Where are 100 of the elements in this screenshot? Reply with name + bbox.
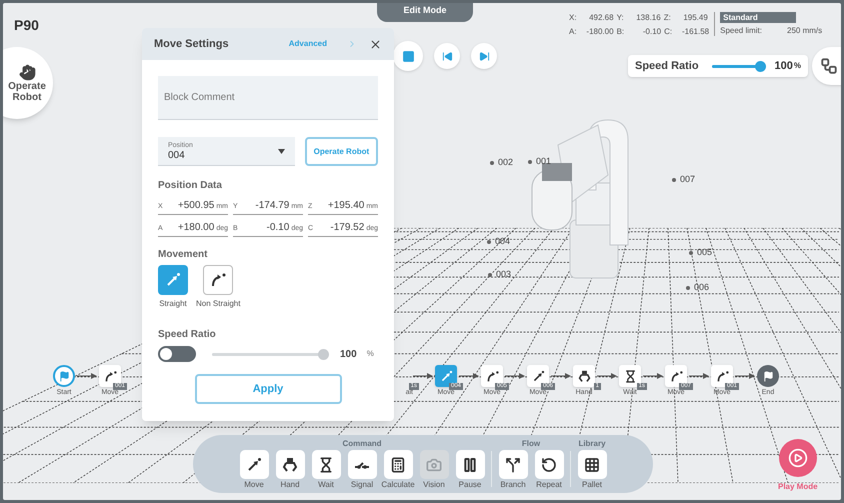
command-label: Signal bbox=[350, 480, 374, 490]
position-value: 004 bbox=[168, 150, 186, 162]
point-marker-icon bbox=[490, 160, 494, 165]
slider-thumb[interactable] bbox=[754, 60, 766, 72]
flow-view-button[interactable] bbox=[812, 47, 841, 85]
axis-value: +195.40 bbox=[328, 199, 364, 213]
straight-move-icon bbox=[440, 370, 452, 382]
coordinate-value: -0.10 bbox=[642, 26, 662, 38]
straight-move-icon bbox=[532, 370, 544, 382]
curved-move-icon bbox=[210, 272, 226, 288]
block-comment-field[interactable]: Block Comment bbox=[158, 76, 378, 120]
point-marker-icon bbox=[528, 160, 532, 164]
flow-node[interactable] bbox=[573, 365, 595, 387]
command-button[interactable] bbox=[534, 450, 564, 479]
play-icon bbox=[788, 448, 808, 468]
hourglass-icon bbox=[318, 456, 334, 472]
axis-label: Y: bbox=[616, 12, 624, 24]
command-label: Branch bbox=[500, 480, 526, 490]
coordinate-value: -180.00 bbox=[585, 26, 614, 38]
gripper-icon bbox=[282, 456, 298, 472]
next-button[interactable] bbox=[471, 43, 497, 69]
hand-icon bbox=[18, 64, 36, 80]
group-title: Command bbox=[342, 439, 382, 449]
speed-ratio-unit: % bbox=[794, 60, 801, 72]
point-label: 003 bbox=[496, 268, 512, 281]
coordinate-value: -161.58 bbox=[680, 26, 710, 38]
flowchart-icon bbox=[820, 57, 838, 75]
command-button[interactable] bbox=[312, 450, 340, 479]
speed-profile-label: Standard bbox=[720, 12, 796, 23]
dropdown-caret-icon bbox=[278, 148, 285, 154]
previous-button[interactable] bbox=[434, 43, 460, 69]
axis-label: C: bbox=[664, 26, 672, 38]
axis-label: B: bbox=[616, 26, 624, 38]
flow-arrow-icon bbox=[735, 373, 755, 379]
gripper-icon bbox=[578, 370, 590, 382]
stop-button[interactable] bbox=[393, 41, 423, 71]
movement-option-label: Non Straight bbox=[196, 298, 240, 310]
point-label: 007 bbox=[680, 173, 696, 186]
flow-arrow-icon bbox=[689, 373, 709, 379]
grid-icon bbox=[584, 456, 600, 472]
calculator-icon bbox=[390, 456, 406, 472]
speed-limit-value: 250 mm/s bbox=[787, 25, 822, 37]
point-label: 006 bbox=[694, 281, 710, 294]
group-title: Library bbox=[578, 439, 606, 449]
curved-move-icon bbox=[716, 370, 728, 382]
flag-icon bbox=[58, 370, 70, 382]
axis-label: A: bbox=[569, 26, 577, 38]
straight-move-icon bbox=[165, 272, 181, 288]
speed-toggle[interactable] bbox=[158, 346, 196, 362]
play-mode-button[interactable] bbox=[778, 439, 817, 477]
play-mode-label: Play Mode bbox=[778, 481, 818, 493]
command-label: Pallet bbox=[582, 480, 602, 490]
operate-robot-button[interactable]: Operate Robot bbox=[3, 47, 53, 119]
command-label: Pause bbox=[458, 480, 482, 490]
command-label: Hand bbox=[280, 480, 300, 490]
flow-arrow-icon bbox=[77, 373, 97, 379]
speed-limit-label: Speed limit: bbox=[720, 25, 762, 37]
flow-arrow-icon bbox=[505, 373, 525, 379]
flow-arrow-icon bbox=[597, 373, 617, 379]
repeat-icon bbox=[541, 456, 557, 472]
command-label: Calculate bbox=[381, 480, 415, 490]
close-icon[interactable] bbox=[369, 38, 382, 50]
branch-icon bbox=[505, 456, 521, 472]
curved-move-icon bbox=[104, 370, 116, 382]
flow-arrow-icon bbox=[413, 373, 433, 379]
command-button[interactable] bbox=[240, 450, 268, 479]
command-button[interactable] bbox=[456, 450, 484, 479]
flow-node[interactable] bbox=[619, 365, 641, 387]
stop-icon bbox=[402, 50, 414, 62]
command-button[interactable] bbox=[498, 450, 528, 479]
command-button[interactable] bbox=[348, 450, 376, 479]
camera-icon bbox=[426, 456, 442, 472]
command-button[interactable] bbox=[578, 450, 606, 479]
start-node[interactable] bbox=[53, 365, 75, 387]
end-node[interactable] bbox=[757, 365, 779, 387]
point-marker-icon bbox=[686, 286, 690, 290]
speed-ratio-label: Speed Ratio bbox=[635, 58, 699, 74]
slider-thumb[interactable] bbox=[318, 348, 329, 360]
point-marker-icon bbox=[487, 240, 491, 244]
movement-option[interactable] bbox=[203, 265, 234, 295]
point-marker-icon bbox=[488, 272, 492, 277]
coordinate-value: 492.68 bbox=[588, 12, 614, 24]
section-title: Movement bbox=[158, 248, 208, 262]
point-label: 005 bbox=[697, 246, 712, 259]
pause-icon bbox=[462, 456, 478, 472]
point-label: 001 bbox=[536, 155, 552, 168]
command-label: Vision bbox=[423, 480, 445, 490]
group-title: Flow bbox=[522, 439, 540, 449]
section-title: Position Data bbox=[158, 179, 223, 193]
straight-move-icon bbox=[246, 456, 262, 472]
flow-arrow-icon bbox=[643, 373, 663, 379]
command-button[interactable] bbox=[384, 450, 412, 479]
command-label: Wait bbox=[318, 480, 334, 490]
skip-back-icon bbox=[442, 50, 452, 62]
speed-reading: 100 bbox=[340, 348, 357, 362]
axis-value: +180.00 bbox=[178, 221, 214, 235]
hourglass-icon bbox=[624, 370, 636, 382]
program-title: P90 bbox=[14, 16, 39, 35]
command-button[interactable] bbox=[276, 450, 304, 479]
command-label: Move bbox=[244, 480, 264, 490]
